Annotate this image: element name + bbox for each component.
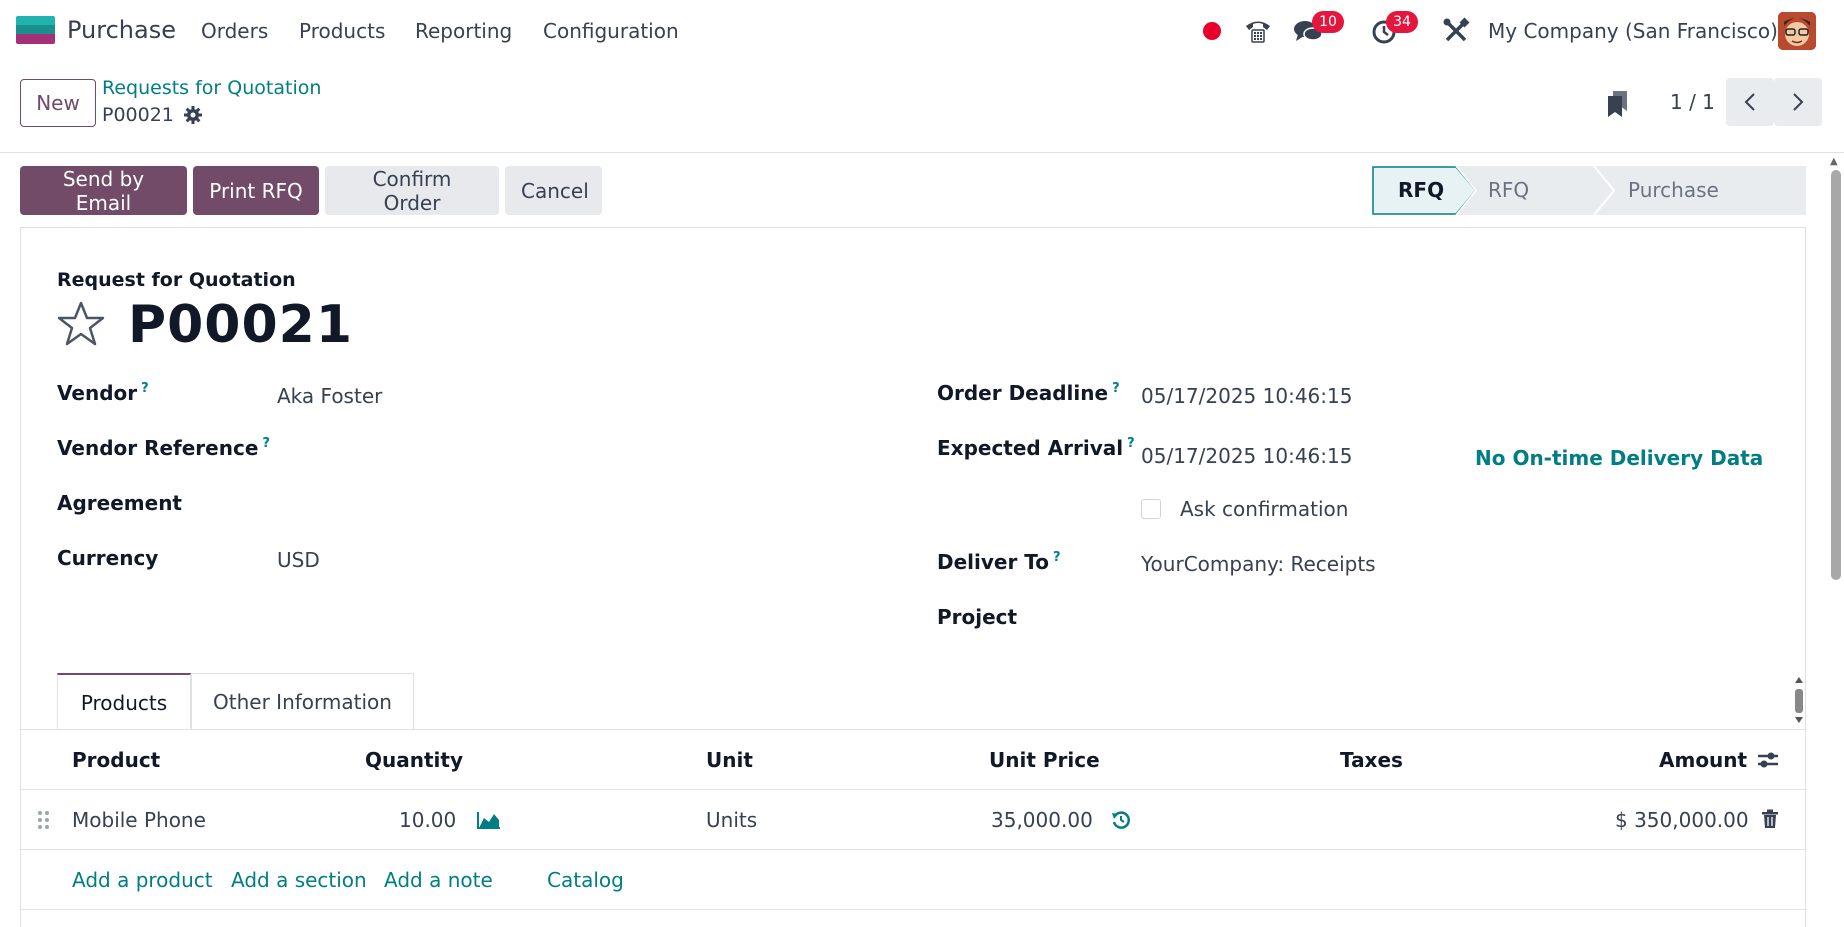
send-by-email-button[interactable]: Send by Email	[20, 166, 187, 215]
form-sheet: Request for Quotation P00021 Vendor? Aka…	[20, 227, 1807, 927]
phone-icon[interactable]	[1243, 16, 1273, 46]
vendor-reference-field[interactable]	[277, 434, 877, 464]
cell-amount: $ 350,000.00	[1615, 808, 1749, 832]
app-name[interactable]: Purchase	[67, 16, 176, 44]
menu-configuration[interactable]: Configuration	[543, 19, 679, 43]
stage-rfq-sent[interactable]: RFQ Sent	[1488, 166, 1534, 251]
agreement-field[interactable]	[277, 489, 877, 519]
catalog-link[interactable]: Catalog	[547, 868, 624, 892]
inner-scrollbar[interactable]	[1793, 675, 1805, 725]
stage-purchase-order[interactable]: Purchase Order	[1628, 166, 1719, 251]
column-header-quantity[interactable]: Quantity	[365, 748, 463, 772]
order-deadline-label: Order Deadline?	[937, 381, 1120, 405]
add-product-link[interactable]: Add a product	[72, 868, 213, 892]
deliver-to-field[interactable]: YourCompany: Receipts	[1141, 552, 1376, 576]
column-header-unit[interactable]: Unit	[706, 748, 753, 772]
chevron-right-icon	[1793, 93, 1804, 111]
column-settings-icon[interactable]	[1756, 748, 1780, 772]
help-tooltip-icon[interactable]: ?	[1053, 550, 1061, 565]
app-logo-icon[interactable]	[16, 16, 55, 44]
breadcrumb-current: P00021	[102, 104, 174, 126]
menu-products[interactable]: Products	[299, 19, 385, 43]
deliver-to-label: Deliver To?	[937, 550, 1061, 574]
chevron-left-icon	[1744, 93, 1755, 111]
tab-products[interactable]: Products	[57, 673, 191, 729]
order-deadline-field[interactable]: 05/17/2025 10:46:15	[1141, 384, 1352, 408]
ask-confirmation-label[interactable]: Ask confirmation	[1180, 497, 1348, 521]
vendor-reference-label: Vendor Reference?	[57, 436, 270, 460]
order-lines-header: Product Quantity Unit Unit Price Taxes A…	[21, 730, 1807, 790]
help-tooltip-icon[interactable]: ?	[262, 436, 270, 451]
confirm-order-button[interactable]: Confirm Order	[325, 166, 499, 215]
gear-icon[interactable]	[183, 105, 203, 125]
pager-value[interactable]: 1 / 1	[1670, 90, 1715, 114]
menu-orders[interactable]: Orders	[201, 19, 268, 43]
currency-label: Currency	[57, 546, 159, 570]
history-icon[interactable]	[1111, 810, 1131, 830]
cancel-button[interactable]: Cancel	[505, 166, 602, 215]
cell-product[interactable]: Mobile Phone	[72, 808, 206, 832]
chat-badge: 10	[1312, 11, 1344, 33]
scroll-up-icon[interactable]: ▲	[1830, 156, 1838, 167]
control-panel: New Requests for Quotation P00021 1 / 1	[0, 61, 1844, 153]
help-tooltip-icon[interactable]: ?	[141, 381, 149, 396]
stage-rfq[interactable]: RFQ	[1398, 166, 1444, 215]
cell-unit[interactable]: Units	[706, 808, 757, 832]
table-row[interactable]: Mobile Phone 10.00 Units 35,000.00 $ 350…	[21, 790, 1807, 850]
trash-icon[interactable]	[1761, 809, 1779, 829]
tools-icon[interactable]	[1441, 16, 1471, 46]
column-header-amount[interactable]: Amount	[1659, 748, 1747, 772]
column-header-unit-price[interactable]: Unit Price	[989, 748, 1100, 772]
cell-quantity[interactable]: 10.00	[399, 808, 456, 832]
expected-arrival-label: Expected Arrival?	[937, 436, 1135, 460]
activity-badge: 34	[1386, 11, 1418, 33]
expected-arrival-field[interactable]: 05/17/2025 10:46:15	[1141, 444, 1352, 468]
column-header-taxes[interactable]: Taxes	[1340, 748, 1403, 772]
bookmark-icon[interactable]	[1605, 89, 1631, 119]
add-note-link[interactable]: Add a note	[384, 868, 493, 892]
vendor-field[interactable]: Aka Foster	[277, 384, 382, 408]
print-rfq-button[interactable]: Print RFQ	[193, 166, 319, 215]
forecast-chart-icon[interactable]	[476, 810, 502, 830]
document-type-label: Request for Quotation	[57, 269, 296, 291]
drag-handle-icon[interactable]	[37, 810, 51, 830]
help-tooltip-icon[interactable]: ?	[1112, 381, 1120, 396]
page-scrollbar-thumb[interactable]	[1831, 170, 1841, 580]
on-time-delivery-link[interactable]: No On-time Delivery Data	[1475, 446, 1763, 470]
pager-previous-button[interactable]	[1726, 78, 1774, 126]
project-label: Project	[937, 605, 1018, 629]
status-dot-icon[interactable]	[1203, 22, 1221, 40]
tab-other-information[interactable]: Other Information	[191, 673, 414, 729]
top-navbar: Purchase Orders Products Reporting Confi…	[0, 0, 1844, 61]
vendor-label: Vendor?	[57, 381, 149, 405]
document-title: P00021	[128, 295, 354, 355]
cell-unit-price[interactable]: 35,000.00	[991, 808, 1093, 832]
company-switcher[interactable]: My Company (San Francisco)	[1488, 19, 1778, 43]
add-section-link[interactable]: Add a section	[231, 868, 367, 892]
pager-next-button[interactable]	[1774, 78, 1822, 126]
currency-field[interactable]: USD	[277, 548, 320, 572]
ask-confirmation-checkbox[interactable]	[1141, 499, 1161, 519]
help-tooltip-icon[interactable]: ?	[1127, 436, 1135, 451]
add-line-row: Add a product Add a section Add a note C…	[21, 850, 1807, 910]
statusbar: Send by Email Print RFQ Confirm Order Ca…	[0, 153, 1826, 251]
agreement-label: Agreement	[57, 491, 182, 515]
new-button[interactable]: New	[20, 79, 96, 127]
column-header-product[interactable]: Product	[72, 748, 160, 772]
menu-reporting[interactable]: Reporting	[415, 19, 512, 43]
star-icon[interactable]	[57, 300, 105, 348]
project-field[interactable]	[1141, 603, 1741, 633]
user-avatar[interactable]	[1778, 12, 1816, 50]
breadcrumb-parent[interactable]: Requests for Quotation	[102, 77, 321, 99]
